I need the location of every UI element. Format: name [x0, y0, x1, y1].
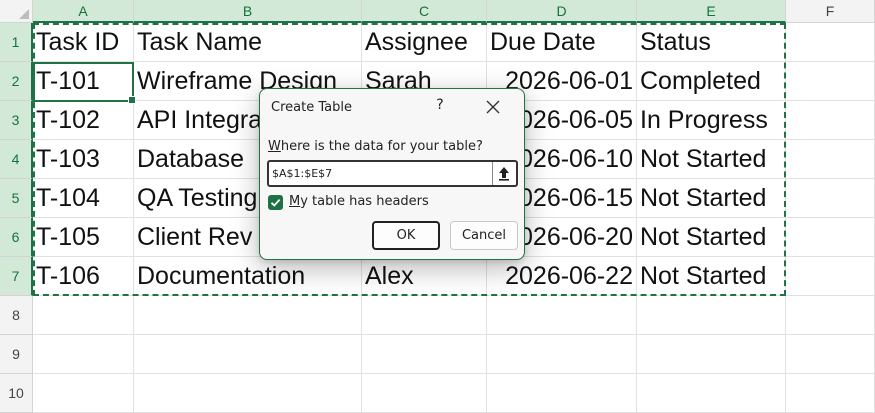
cell-e5[interactable]: Not Started	[637, 179, 786, 218]
row-header-10[interactable]: 10	[0, 374, 33, 413]
cell-f1[interactable]	[786, 23, 875, 62]
column-header-b[interactable]: B	[134, 0, 362, 23]
cell-c1[interactable]: Assignee	[362, 23, 487, 62]
cell-e1[interactable]: Status	[637, 23, 786, 62]
ok-button[interactable]: OK	[372, 221, 440, 250]
cell-c8[interactable]	[362, 296, 487, 335]
cell-b7[interactable]: Documentation	[134, 257, 362, 296]
cell-e2[interactable]: Completed	[637, 62, 786, 101]
cell-d8[interactable]	[487, 296, 637, 335]
cell-a1[interactable]: Task ID	[33, 23, 134, 62]
cell-c10[interactable]	[362, 374, 487, 413]
checkbox-accelerator: M	[289, 194, 301, 209]
cell-b8[interactable]	[134, 296, 362, 335]
cell-a9[interactable]	[33, 335, 134, 374]
cell-d1[interactable]: Due Date	[487, 23, 637, 62]
cell-d7[interactable]: 2026-06-22	[487, 257, 637, 296]
cell-a8[interactable]	[33, 296, 134, 335]
cell-e7[interactable]: Not Started	[637, 257, 786, 296]
checkbox-text: y table has headers	[300, 194, 429, 209]
cell-f3[interactable]	[786, 101, 875, 140]
cell-f8[interactable]	[786, 296, 875, 335]
cell-e4[interactable]: Not Started	[637, 140, 786, 179]
cell-e3[interactable]: In Progress	[637, 101, 786, 140]
cell-a7[interactable]: T-106	[33, 257, 134, 296]
help-button[interactable]: ?	[433, 97, 447, 113]
cell-e10[interactable]	[637, 374, 786, 413]
has-headers-label[interactable]: My table has headers	[289, 194, 429, 209]
checkmark-icon	[270, 198, 281, 207]
cell-f5[interactable]	[786, 179, 875, 218]
cell-c7[interactable]: Alex	[362, 257, 487, 296]
cancel-button[interactable]: Cancel	[450, 221, 518, 250]
range-input[interactable]	[272, 165, 486, 182]
cell-e6[interactable]: Not Started	[637, 218, 786, 257]
cell-e9[interactable]	[637, 335, 786, 374]
cell-f6[interactable]	[786, 218, 875, 257]
row-header-2[interactable]: 2	[0, 62, 33, 101]
cell-c9[interactable]	[362, 335, 487, 374]
select-all-corner[interactable]	[0, 0, 33, 23]
row-header-7[interactable]: 7	[0, 257, 33, 296]
range-field[interactable]	[267, 160, 518, 187]
row-header-6[interactable]: 6	[0, 218, 33, 257]
range-prompt-label: Where is the data for your table?	[268, 139, 483, 154]
cell-d9[interactable]	[487, 335, 637, 374]
column-header-d[interactable]: D	[487, 0, 637, 23]
cell-b9[interactable]	[134, 335, 362, 374]
row-header-4[interactable]: 4	[0, 140, 33, 179]
collapse-arrow-icon	[499, 167, 509, 181]
cell-a4[interactable]: T-103	[33, 140, 134, 179]
row-header-9[interactable]: 9	[0, 335, 33, 374]
column-header-f[interactable]: F	[786, 0, 875, 23]
cell-a3[interactable]: T-102	[33, 101, 134, 140]
create-table-dialog: Create Table ? Where is the data for you…	[259, 88, 525, 260]
has-headers-checkbox[interactable]	[268, 195, 283, 210]
column-header-c[interactable]: C	[362, 0, 487, 23]
cell-f9[interactable]	[786, 335, 875, 374]
cell-a6[interactable]: T-105	[33, 218, 134, 257]
close-icon[interactable]	[484, 98, 502, 116]
cell-b1[interactable]: Task Name	[134, 23, 362, 62]
dialog-title: Create Table	[271, 100, 352, 115]
cell-d10[interactable]	[487, 374, 637, 413]
cell-a5[interactable]: T-104	[33, 179, 134, 218]
column-header-a[interactable]: A	[33, 0, 134, 23]
cell-b10[interactable]	[134, 374, 362, 413]
select-all-triangle-icon	[19, 9, 29, 19]
prompt-text: here is the data for your table?	[280, 139, 483, 154]
cell-f2[interactable]	[786, 62, 875, 101]
collapse-dialog-button[interactable]	[492, 162, 516, 185]
prompt-accelerator: W	[268, 139, 281, 154]
column-header-e[interactable]: E	[637, 0, 786, 23]
cell-f4[interactable]	[786, 140, 875, 179]
row-header-5[interactable]: 5	[0, 179, 33, 218]
cell-f7[interactable]	[786, 257, 875, 296]
row-header-8[interactable]: 8	[0, 296, 33, 335]
cell-a10[interactable]	[33, 374, 134, 413]
row-header-3[interactable]: 3	[0, 101, 33, 140]
cell-a2[interactable]: T-101	[33, 62, 134, 101]
cell-e8[interactable]	[637, 296, 786, 335]
cell-f10[interactable]	[786, 374, 875, 413]
row-header-1[interactable]: 1	[0, 23, 33, 62]
